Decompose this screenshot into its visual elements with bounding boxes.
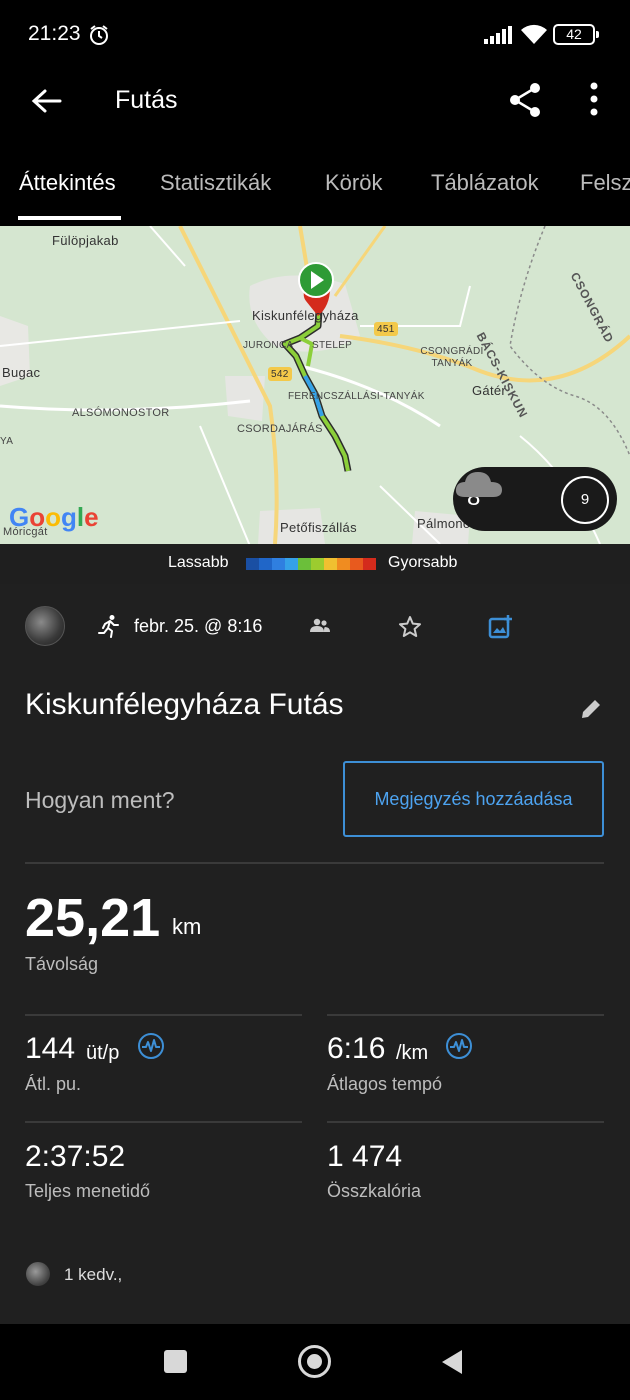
status-time: 21:23 bbox=[28, 22, 81, 45]
map-label: CSORDAJÁRÁS bbox=[237, 423, 323, 435]
pace-chart-icon[interactable] bbox=[445, 1032, 473, 1060]
road-shield: 451 bbox=[377, 324, 395, 335]
running-icon bbox=[98, 615, 119, 638]
avg-hr-label: Átl. pu. bbox=[25, 1074, 82, 1094]
map-label: Petőfiszállás bbox=[280, 520, 357, 535]
heart-rate-chart-icon[interactable] bbox=[137, 1032, 165, 1060]
avg-pace-label: Átlagos tempó bbox=[327, 1074, 443, 1094]
avg-hr-unit: üt/p bbox=[86, 1042, 120, 1064]
recents-button[interactable] bbox=[164, 1350, 187, 1373]
total-time-value: 2:37:52 bbox=[25, 1140, 126, 1173]
divider bbox=[327, 1121, 604, 1123]
avg-pace-unit: /km bbox=[396, 1042, 429, 1064]
wind-indicator: 9 bbox=[561, 476, 609, 524]
avatar[interactable] bbox=[26, 1262, 50, 1286]
divider bbox=[25, 1014, 302, 1016]
system-nav-bar bbox=[0, 1324, 630, 1400]
divider bbox=[25, 862, 604, 864]
alarm-clock-icon bbox=[88, 24, 110, 51]
add-note-button[interactable]: Megjegyzés hozzáadása bbox=[343, 761, 604, 837]
page-title: Futás bbox=[115, 86, 178, 114]
share-icon bbox=[510, 83, 540, 117]
activity-title: Kiskunfélegyháza Futás bbox=[25, 688, 344, 721]
battery-indicator: 42 bbox=[553, 24, 599, 45]
app-bar: Futás bbox=[0, 70, 630, 150]
back-triangle-icon[interactable] bbox=[440, 1348, 464, 1376]
map-label: Bugac bbox=[2, 365, 41, 380]
map-label: ALSÓMONOSTOR bbox=[72, 407, 170, 419]
how-did-it-go-label[interactable]: Hogyan ment? bbox=[25, 787, 175, 814]
pace-legend: Lassabb Gyorsabb bbox=[0, 544, 630, 584]
more-options-button[interactable] bbox=[578, 80, 610, 120]
activity-date: febr. 25. @ 8:16 bbox=[134, 616, 263, 636]
distance-label: Távolság bbox=[25, 954, 99, 974]
tab-tables[interactable]: Táblázatok bbox=[431, 170, 539, 196]
share-button[interactable] bbox=[506, 80, 546, 120]
activity-details: febr. 25. @ 8:16 Kiskunfélegyháza Futás … bbox=[0, 584, 630, 1324]
more-vertical-icon bbox=[590, 82, 598, 116]
add-photo-icon[interactable] bbox=[488, 614, 514, 640]
map-label: CSONGRÁDI TANYÁK bbox=[420, 346, 484, 369]
avg-hr-value: 144 bbox=[25, 1032, 76, 1065]
legend-gradient bbox=[246, 558, 376, 570]
signal-icon bbox=[484, 26, 512, 49]
calories-value: 1 474 bbox=[327, 1140, 403, 1173]
people-icon[interactable] bbox=[309, 617, 331, 635]
back-button[interactable] bbox=[26, 82, 66, 122]
tab-statistics[interactable]: Statisztikák bbox=[160, 170, 271, 196]
google-logo: Google bbox=[9, 502, 99, 532]
road-shield: 542 bbox=[271, 369, 289, 380]
avg-pace-value: 6:16 bbox=[327, 1032, 386, 1065]
pencil-icon[interactable] bbox=[578, 696, 604, 722]
wifi-icon bbox=[520, 24, 548, 51]
tab-indicator bbox=[18, 216, 121, 220]
likes-count[interactable]: 1 kedv., bbox=[64, 1265, 122, 1285]
tab-overview[interactable]: Áttekintés bbox=[19, 170, 116, 196]
tab-laps[interactable]: Körök bbox=[325, 170, 382, 196]
divider bbox=[327, 1014, 604, 1016]
calories-label: Összkalória bbox=[327, 1181, 422, 1201]
map-label: FERENCSZÁLLÁSI-TANYÁK bbox=[288, 391, 425, 402]
tab-more[interactable]: Felsz bbox=[580, 170, 630, 196]
map-label: Fülöpjakab bbox=[52, 233, 119, 248]
distance-value: 25,21 bbox=[25, 888, 161, 948]
distance-unit: km bbox=[172, 914, 202, 939]
map-label: YA bbox=[0, 436, 14, 447]
weather-widget[interactable]: 8° 9 bbox=[453, 467, 617, 531]
cloud-icon bbox=[455, 472, 502, 497]
status-bar: 21:23 42 bbox=[0, 0, 630, 70]
avatar[interactable] bbox=[25, 606, 65, 646]
total-time-label: Teljes menetidő bbox=[25, 1181, 151, 1201]
map-label: JURONCA bbox=[243, 340, 294, 351]
home-button[interactable] bbox=[298, 1345, 331, 1378]
map-label: Kiskunfélegyháza bbox=[252, 308, 359, 323]
arrow-left-icon bbox=[31, 89, 62, 113]
divider bbox=[25, 1121, 302, 1123]
map-label: STELEP bbox=[312, 340, 353, 351]
tab-bar: Áttekintés Statisztikák Körök Táblázatok… bbox=[0, 150, 630, 222]
legend-slow-label: Lassabb bbox=[168, 554, 229, 571]
legend-fast-label: Gyorsabb bbox=[388, 554, 458, 571]
route-map[interactable]: Fülöpjakab Kiskunfélegyháza JURONCA STEL… bbox=[0, 226, 630, 544]
star-icon[interactable] bbox=[398, 615, 422, 639]
